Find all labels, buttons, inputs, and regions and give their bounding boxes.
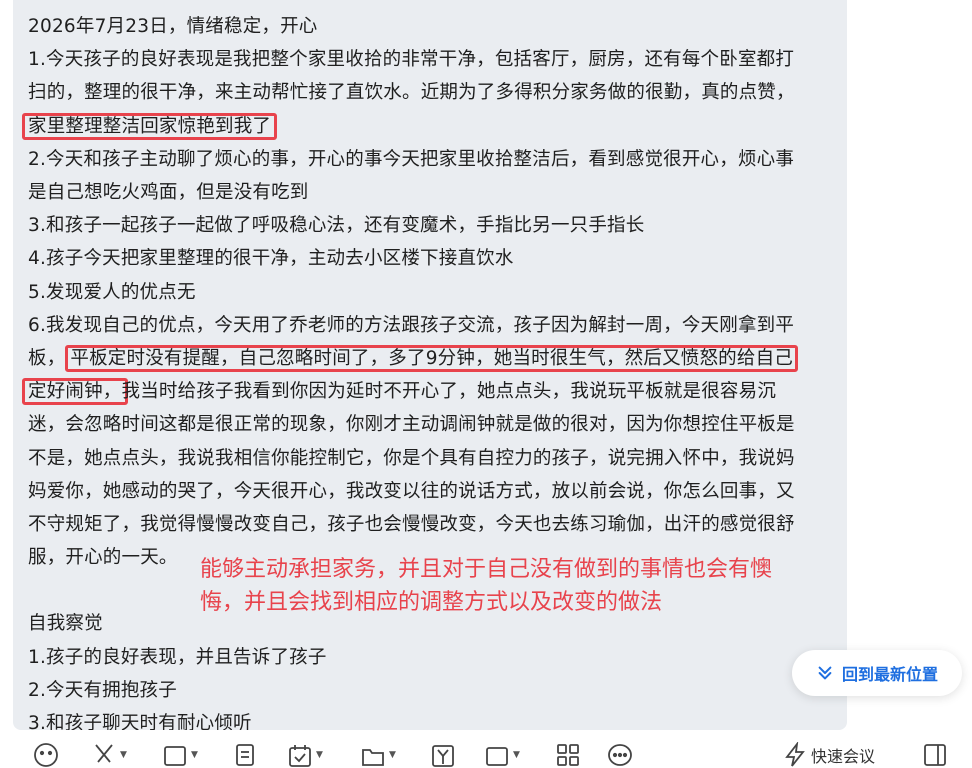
jump-to-latest-label: 回到最新位置 xyxy=(841,665,938,684)
message-line: 1.孩子的良好表现，并且告诉了孩子 xyxy=(28,646,327,668)
message-line: 2.今天和孩子主动聊了烦心的事，开心的事今天把家里收拾整洁后，看到感觉很开心，烦… xyxy=(28,148,795,170)
message-line: 4.孩子今天把家里整理的很干净，主动去小区楼下接直饮水 xyxy=(28,248,514,270)
message-line: 3.和孩子聊天时有耐心倾听 xyxy=(28,713,252,730)
calendar-check-icon xyxy=(289,745,311,767)
teacher-annotation: 能够主动承担家务，并且对于自己没有做到的事情也会有懊 悔，并且会找到相应的调整方… xyxy=(200,553,840,619)
live-icon xyxy=(486,747,508,766)
annotation-line: 能够主动承担家务，并且对于自己没有做到的事情也会有懊 xyxy=(200,557,773,582)
scissors-icon xyxy=(95,744,113,763)
apps-icon xyxy=(557,744,579,766)
input-toolbar: ▼ ▼ ▼ ▼ ▼ 快速会议 xyxy=(0,730,972,767)
message-line: 定好闹钟，我当时给孩子我看到你因为延时不开心了，她点点头，我说玩平板就是很容易沉 xyxy=(22,375,833,408)
chat-button[interactable] xyxy=(607,742,633,766)
schedule-button[interactable]: ▼ xyxy=(287,742,323,767)
sidebar-toggle-button[interactable] xyxy=(922,742,948,766)
highlight-box: 家里整理整洁回家惊艳到我了 xyxy=(22,112,278,140)
message-text: 2026年7月23日，情绪稳定，开心 1.今天孩子的良好表现是我把整个家里收拾的… xyxy=(22,10,833,730)
message-line: 1.今天孩子的良好表现是我把整个家里收拾的非常干净，包括客厅，厨房，还有每个卧室… xyxy=(28,49,795,71)
line-rest: 我当时给孩子我看到你因为延时不开心了，她点点头，我说玩平板就是很容易沉 xyxy=(121,381,777,403)
message-line: 2026年7月23日，情绪稳定，开心 xyxy=(28,16,318,37)
quick-meeting-label: 快速会议 xyxy=(811,747,876,766)
emoji-icon xyxy=(34,743,58,767)
message-line: 不是，她点点头，我说我相信你能控制它，你是个具有自控力的孩子，说完拥入怀中，我说… xyxy=(28,447,795,469)
quick-meeting-button[interactable]: 快速会议 xyxy=(782,742,876,767)
message-line: 2.今天有拥抱孩子 xyxy=(28,679,177,701)
highlight-box: 定好闹钟， xyxy=(22,378,128,406)
message-line: 是自己想吃火鸡面，但是没有吃到 xyxy=(28,182,309,204)
message-line: 迷，会忽略时间这都是很正常的现象，你刚才主动调闹钟就是做的很对，因为你想控住平板… xyxy=(28,414,795,436)
yen-icon xyxy=(432,745,454,767)
message-bubble: 2026年7月23日，情绪稳定，开心 1.今天孩子的良好表现是我把整个家里收拾的… xyxy=(13,0,847,730)
jump-to-latest-button[interactable]: 回到最新位置 xyxy=(792,650,962,696)
message-line: 不守规矩了，我觉得慢慢改变自己，孩子也会慢慢改变，今天也去练习瑜伽，出汗的感觉很… xyxy=(28,514,795,536)
folder-icon xyxy=(362,749,384,766)
live-button[interactable]: ▼ xyxy=(484,742,520,766)
message-line: 家里整理整洁回家惊艳到我了 xyxy=(22,110,833,143)
apps-button[interactable] xyxy=(555,742,581,766)
document-icon xyxy=(236,744,254,766)
message-line: 扫的，整理的很干净，来主动帮忙接了直饮水。近期为了多得积分家务做的很勤，真的点赞… xyxy=(28,82,795,104)
screenshot-button[interactable]: ▼ xyxy=(91,742,127,764)
image-icon xyxy=(164,746,186,766)
image-button[interactable]: ▼ xyxy=(162,742,198,766)
folder-button[interactable]: ▼ xyxy=(360,742,396,766)
highlight-box: 平板定时没有提醒，自己忽略时间了，多了9分钟，她当时很生气，然后又愤怒的给自己 xyxy=(65,345,798,373)
message-line: 6.我发现自己的优点，今天用了乔老师的方法跟孩子交流，孩子因为解封一周，今天刚拿… xyxy=(28,314,795,336)
message-line: 5.发现爱人的优点无 xyxy=(28,281,196,303)
line-prefix: 板， xyxy=(28,348,66,370)
double-chevron-down-icon xyxy=(818,666,832,680)
emoji-button[interactable] xyxy=(33,742,59,767)
annotation-line: 悔，并且会找到相应的调整方式以及改变的做法 xyxy=(200,590,663,615)
message-line: 妈爱你，她感动的哭了，今天很开心，我改变以往的说话方式，放以前会说，你怎么回事，… xyxy=(28,480,795,502)
message-line: 3.和孩子一起孩子一起做了呼吸稳心法，还有变魔术，手指比另一只手指长 xyxy=(28,215,645,237)
lightning-icon xyxy=(785,742,805,767)
sidebar-panel-icon xyxy=(924,744,946,766)
payment-button[interactable] xyxy=(430,742,456,767)
chat-bubble-icon xyxy=(608,744,632,766)
document-button[interactable] xyxy=(232,742,258,766)
message-line: 板， 平板定时没有提醒，自己忽略时间了，多了9分钟，她当时很生气，然后又愤怒的给自… xyxy=(28,342,833,375)
